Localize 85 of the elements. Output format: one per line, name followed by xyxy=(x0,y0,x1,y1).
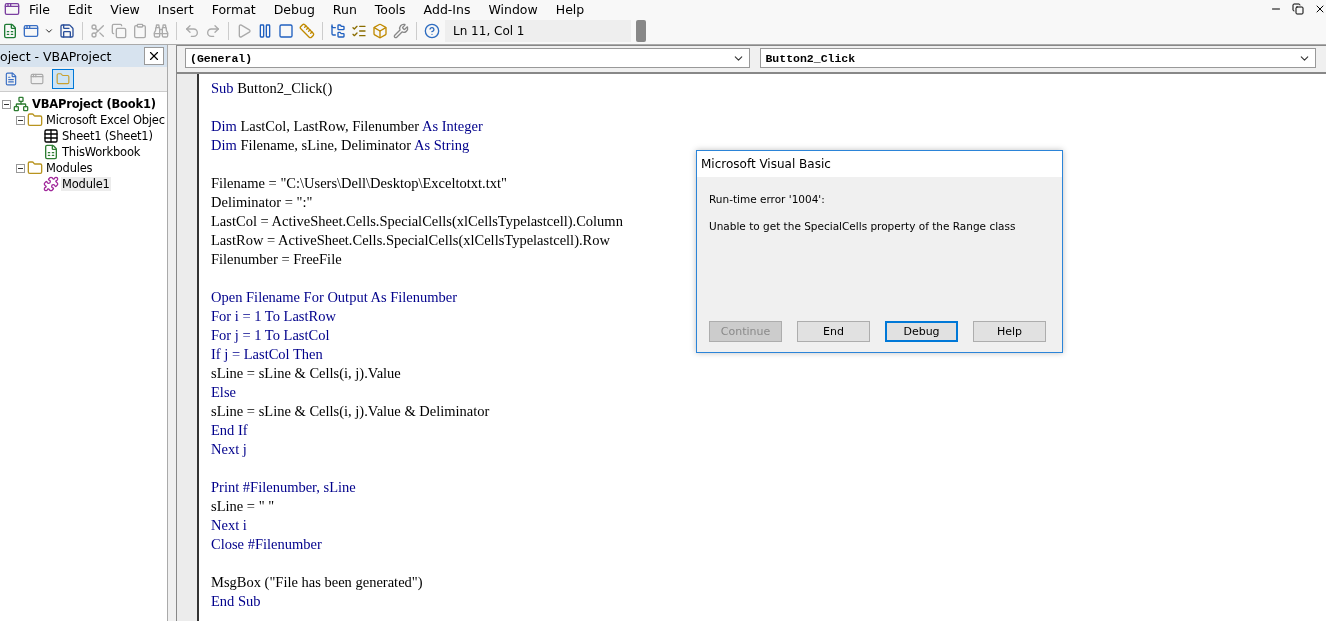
code-line: MsgBox ("File has been generated") xyxy=(211,573,423,592)
module-icon xyxy=(43,176,59,192)
code-line: If j = LastCol Then xyxy=(211,345,323,364)
code-line: sLine = sLine & Cells(i, j).Value xyxy=(211,364,401,383)
code-line: End If xyxy=(211,421,248,440)
play-icon[interactable] xyxy=(236,23,252,39)
caret-icon[interactable] xyxy=(44,26,54,36)
code-line: sLine = " " xyxy=(211,497,275,516)
tree-item[interactable]: Sheet1 (Sheet1) xyxy=(61,129,154,143)
code-line: Dim LastCol, LastRow, Filenumber As Integer xyxy=(211,117,483,136)
menu-item[interactable]: Window xyxy=(479,1,547,17)
menu-item[interactable]: View xyxy=(101,1,149,17)
redo-icon[interactable] xyxy=(205,23,221,39)
code-line: Sub Button2_Click() xyxy=(211,79,333,98)
ruler-icon[interactable] xyxy=(299,23,315,39)
pause-icon[interactable] xyxy=(257,23,273,39)
code-line: Next i xyxy=(211,516,247,535)
cut-icon[interactable] xyxy=(90,23,106,39)
toggle-folders-button[interactable] xyxy=(52,69,74,89)
code-line: Filenumber = FreeFile xyxy=(211,250,342,269)
collapse-toggle-icon[interactable] xyxy=(16,163,25,173)
menu-item[interactable]: Format xyxy=(202,1,265,17)
code-line: Next j xyxy=(211,440,247,459)
find-icon[interactable] xyxy=(153,23,169,39)
code-line: Else xyxy=(211,383,236,402)
project-icon xyxy=(13,96,29,112)
cursor-position: Ln 11, Col 1 xyxy=(445,20,631,42)
code-line: Deliminator = ":" xyxy=(211,193,313,212)
folder-icon xyxy=(27,160,43,176)
save-icon[interactable] xyxy=(59,23,75,39)
menu-item[interactable]: Add-Ins xyxy=(414,1,480,17)
error-message: Run-time error '1004': xyxy=(709,193,826,205)
paste-icon[interactable] xyxy=(132,23,148,39)
stop-icon[interactable] xyxy=(278,23,294,39)
code-line: For i = 1 To LastRow xyxy=(211,307,336,326)
project-explorer-icon[interactable] xyxy=(330,23,346,39)
dialog-title: Microsoft Visual Basic xyxy=(701,157,831,171)
close-icon xyxy=(147,49,161,63)
form-icon[interactable] xyxy=(23,23,39,39)
object-browser-icon[interactable] xyxy=(372,23,388,39)
sheet-icon xyxy=(43,128,59,144)
menu-item[interactable]: Tools xyxy=(365,1,415,17)
tree-item[interactable]: Modules xyxy=(45,161,94,175)
folder-icon xyxy=(27,112,43,128)
undo-icon[interactable] xyxy=(184,23,200,39)
collapse-toggle-icon[interactable] xyxy=(16,115,25,125)
properties-icon[interactable] xyxy=(351,23,367,39)
menu-item[interactable]: Run xyxy=(323,1,366,17)
collapse-toggle-icon[interactable] xyxy=(2,99,11,109)
dialog-button[interactable]: End xyxy=(797,321,870,342)
code-line: End Sub xyxy=(211,592,261,611)
spreadsheet-icon[interactable] xyxy=(2,23,18,39)
menu-item[interactable]: Edit xyxy=(58,1,102,17)
dialog-button[interactable]: Debug xyxy=(885,321,958,342)
menu-item[interactable]: Insert xyxy=(148,1,203,17)
error-message: Unable to get the SpecialCells property of the Range class xyxy=(709,220,1017,232)
close-icon[interactable] xyxy=(1314,3,1326,15)
workbook-icon xyxy=(43,144,59,160)
menu-item[interactable]: Help xyxy=(546,1,594,17)
code-line: Filename = "C:\Users\Dell\Desktop\Exceltotxt.txt" xyxy=(211,174,507,193)
code-line: Print #Filenumber, sLine xyxy=(211,478,356,497)
restore-icon[interactable] xyxy=(1292,3,1304,15)
tree-item[interactable]: ThisWorkbook xyxy=(61,145,142,159)
code-line: LastCol = ActiveSheet.Cells.SpecialCells(xlCellsTypelastcell).Column xyxy=(211,212,623,231)
procedure-dropdown[interactable]: Button2_Click xyxy=(760,48,1316,68)
vba-icon[interactable] xyxy=(4,1,20,17)
code-line: Open Filename For Output As Filenumber xyxy=(211,288,458,307)
help-icon[interactable] xyxy=(424,23,440,39)
close-button[interactable] xyxy=(144,47,164,65)
copy-icon[interactable] xyxy=(111,23,127,39)
tree-item[interactable]: Microsoft Excel Objec xyxy=(45,113,166,127)
dialog-button[interactable]: Help xyxy=(973,321,1046,342)
menu-item[interactable]: File xyxy=(20,1,59,17)
tree-item[interactable]: VBAProject (Book1) xyxy=(31,97,157,111)
code-line: Close #Filenumber xyxy=(211,535,322,554)
code-line: LastRow = ActiveSheet.Cells.SpecialCells(xlCellsTypelastcell).Row xyxy=(211,231,610,250)
tree-item[interactable]: Module1 xyxy=(61,177,111,191)
toolbox-icon[interactable] xyxy=(393,23,409,39)
toolbar-grip[interactable] xyxy=(636,20,646,42)
menu-item[interactable]: Debug xyxy=(264,1,324,17)
code-line: For j = 1 To LastCol xyxy=(211,326,330,345)
code-line: Dim Filename, sLine, Deliminator As String xyxy=(211,136,470,155)
code-line: sLine = sLine & Cells(i, j).Value & Deliminator xyxy=(211,402,490,421)
panel-title: oject - VBAProject xyxy=(0,48,112,64)
object-dropdown[interactable]: (General) xyxy=(185,48,751,68)
